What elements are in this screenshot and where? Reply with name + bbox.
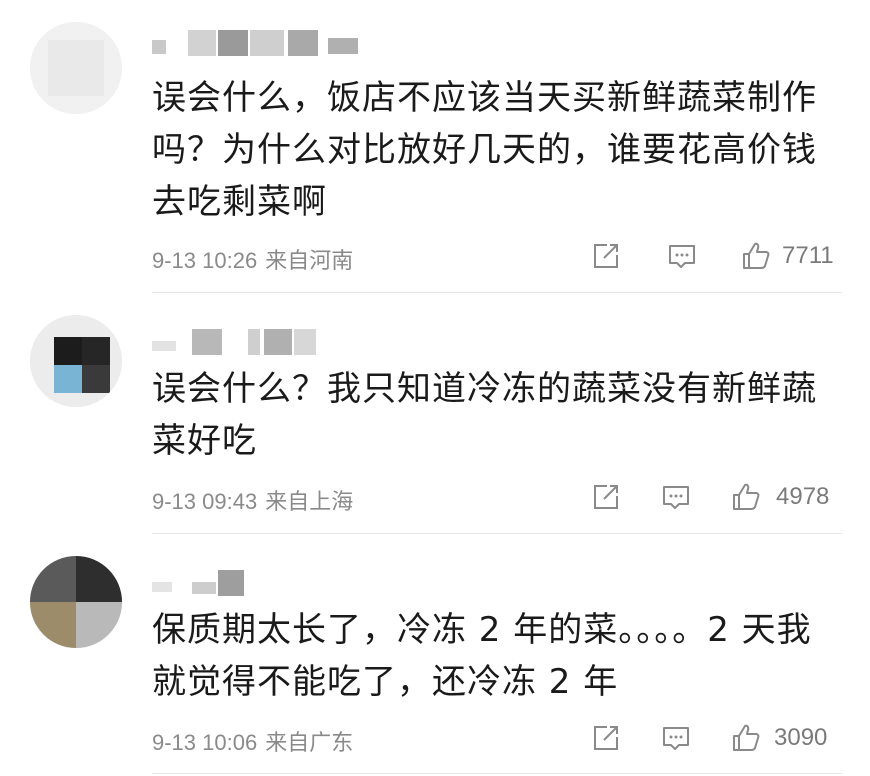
username-blurred[interactable] (152, 570, 252, 596)
like-count: 7711 (782, 242, 834, 269)
divider (152, 773, 842, 774)
comment-icon[interactable] (660, 481, 692, 513)
like-icon[interactable] (730, 722, 762, 754)
share-icon[interactable] (590, 722, 622, 754)
like-count: 4978 (776, 483, 830, 510)
username-blurred[interactable] (152, 30, 362, 56)
like-icon[interactable] (740, 240, 772, 272)
comment-actions: 3090 (590, 718, 840, 758)
comment-location: 来自上海 (265, 489, 354, 514)
comment-icon[interactable] (660, 722, 692, 754)
comment-actions: 4978 (590, 477, 840, 517)
share-icon[interactable] (590, 481, 622, 513)
comment-location: 来自河南 (265, 248, 354, 273)
like-count: 3090 (774, 724, 828, 751)
avatar[interactable] (30, 22, 122, 114)
comment-text: 误会什么，饭店不应该当天买新鲜蔬菜制作吗？为什么对比放好几天的，谁要花高价钱去吃… (152, 78, 817, 222)
comment-location: 来自广东 (265, 730, 354, 755)
comment-text: 误会什么？我只知道冷冻的蔬菜没有新鲜蔬菜好吃 (152, 369, 817, 461)
like-icon[interactable] (730, 481, 762, 513)
comment-meta: 9-13 10:26 来自河南 (152, 243, 353, 275)
avatar[interactable] (30, 556, 122, 648)
comment-date: 9-13 09:43 (152, 489, 258, 514)
comment-item: 误会什么？我只知道冷冻的蔬菜没有新鲜蔬菜好吃 9-13 09:43 来自上海 49… (0, 293, 870, 533)
comment-actions: 7711 (590, 236, 840, 276)
comment-meta: 9-13 10:06 来自广东 (152, 725, 353, 757)
comment-item: 误会什么，饭店不应该当天买新鲜蔬菜制作吗？为什么对比放好几天的，谁要花高价钱去吃… (0, 0, 870, 290)
comment-date: 9-13 10:26 (152, 248, 258, 273)
share-icon[interactable] (590, 240, 622, 272)
comment-icon[interactable] (666, 240, 698, 272)
comment-meta: 9-13 09:43 来自上海 (152, 484, 353, 516)
avatar[interactable] (30, 315, 122, 407)
comment-date: 9-13 10:06 (152, 730, 258, 755)
username-blurred[interactable] (152, 329, 322, 355)
comment-text: 保质期太长了，冷冻 2 年的菜。。。。2 天我就觉得不能吃了，还冷冻 2 年 (152, 610, 812, 702)
comment-item: 保质期太长了，冷冻 2 年的菜。。。。2 天我就觉得不能吃了，还冷冻 2 年 9… (0, 534, 870, 774)
